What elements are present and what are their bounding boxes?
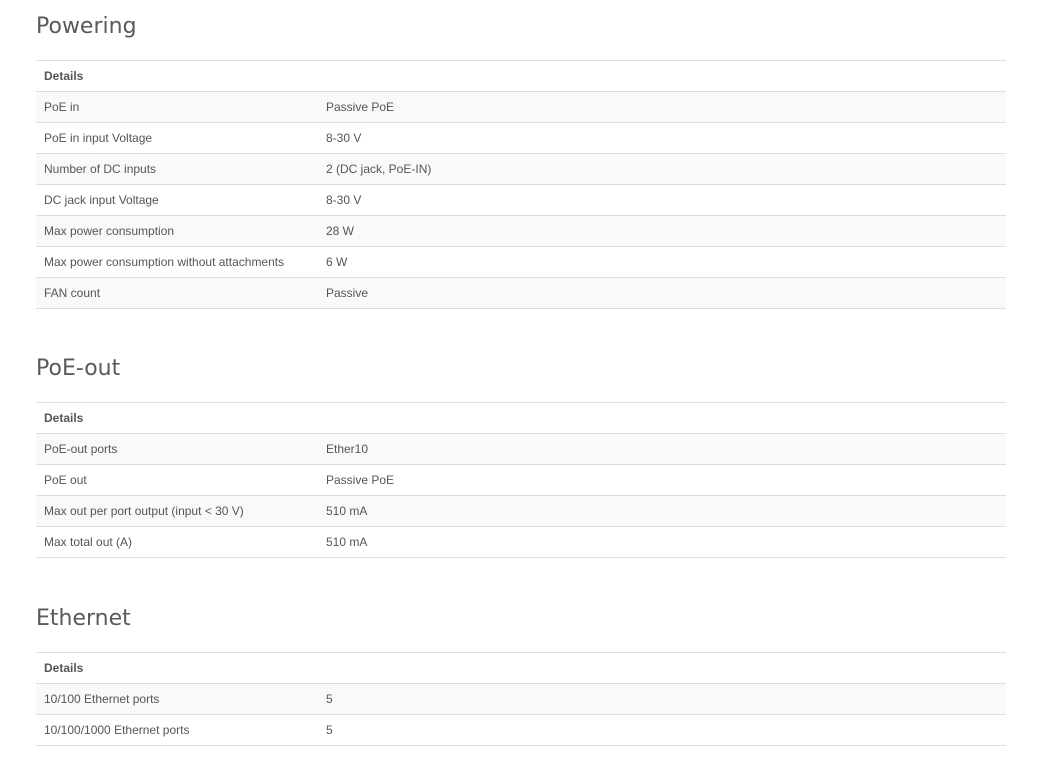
table-row: 10/100/1000 Ethernet ports 5 [36, 714, 1006, 746]
row-label: FAN count [36, 277, 318, 309]
table-header-row: Details [36, 402, 1006, 434]
table-row: Max power consumption 28 W [36, 215, 1006, 247]
section-ethernet: Ethernet Details 10/100 Ethernet ports 5… [36, 558, 1006, 746]
spec-table: Details 10/100 Ethernet ports 5 10/100/1… [36, 652, 1006, 746]
row-value: Ether10 [318, 433, 1006, 465]
row-value: Passive PoE [318, 464, 1006, 496]
table-row: Max out per port output (input < 30 V) 5… [36, 495, 1006, 527]
table-row: PoE-out ports Ether10 [36, 433, 1006, 465]
section-title: Powering [36, 14, 137, 39]
table-header-row: Details [36, 652, 1006, 684]
table-header-row: Details [36, 60, 1006, 92]
table-row: Max power consumption without attachment… [36, 246, 1006, 278]
spec-table: Details PoE in Passive PoE PoE in input … [36, 60, 1006, 309]
row-value: 510 mA [318, 495, 1006, 527]
table-header-details: Details [36, 652, 1006, 684]
row-value: 5 [318, 714, 1006, 746]
row-value: 510 mA [318, 526, 1006, 558]
row-value: 2 (DC jack, PoE-IN) [318, 153, 1006, 185]
section-title: Ethernet [36, 606, 131, 631]
table-row: PoE in Passive PoE [36, 91, 1006, 123]
row-label: Max power consumption without attachment… [36, 246, 318, 278]
section-poe-out: PoE-out Details PoE-out ports Ether10 Po… [36, 309, 1006, 558]
row-value: 8-30 V [318, 122, 1006, 154]
row-label: DC jack input Voltage [36, 184, 318, 216]
row-value: 6 W [318, 246, 1006, 278]
row-value: 28 W [318, 215, 1006, 247]
row-label: PoE out [36, 464, 318, 496]
spec-sheet: Powering Details PoE in Passive PoE PoE … [36, 0, 1006, 746]
section-title: PoE-out [36, 356, 121, 381]
row-label: Max power consumption [36, 215, 318, 247]
row-label: 10/100/1000 Ethernet ports [36, 714, 318, 746]
row-label: PoE in input Voltage [36, 122, 318, 154]
row-label: Max total out (A) [36, 526, 318, 558]
row-label: Max out per port output (input < 30 V) [36, 495, 318, 527]
table-row: FAN count Passive [36, 277, 1006, 309]
table-row: Number of DC inputs 2 (DC jack, PoE-IN) [36, 153, 1006, 185]
table-row: PoE in input Voltage 8-30 V [36, 122, 1006, 154]
table-header-details: Details [36, 402, 1006, 434]
table-row: DC jack input Voltage 8-30 V [36, 184, 1006, 216]
table-row: PoE out Passive PoE [36, 464, 1006, 496]
table-header-details: Details [36, 60, 1006, 92]
table-row: Max total out (A) 510 mA [36, 526, 1006, 558]
table-row: 10/100 Ethernet ports 5 [36, 683, 1006, 715]
row-value: 5 [318, 683, 1006, 715]
row-label: 10/100 Ethernet ports [36, 683, 318, 715]
row-value: Passive PoE [318, 91, 1006, 123]
section-powering: Powering Details PoE in Passive PoE PoE … [36, 0, 1006, 309]
spec-table: Details PoE-out ports Ether10 PoE out Pa… [36, 402, 1006, 558]
row-label: PoE in [36, 91, 318, 123]
row-value: Passive [318, 277, 1006, 309]
row-label: Number of DC inputs [36, 153, 318, 185]
row-label: PoE-out ports [36, 433, 318, 465]
row-value: 8-30 V [318, 184, 1006, 216]
